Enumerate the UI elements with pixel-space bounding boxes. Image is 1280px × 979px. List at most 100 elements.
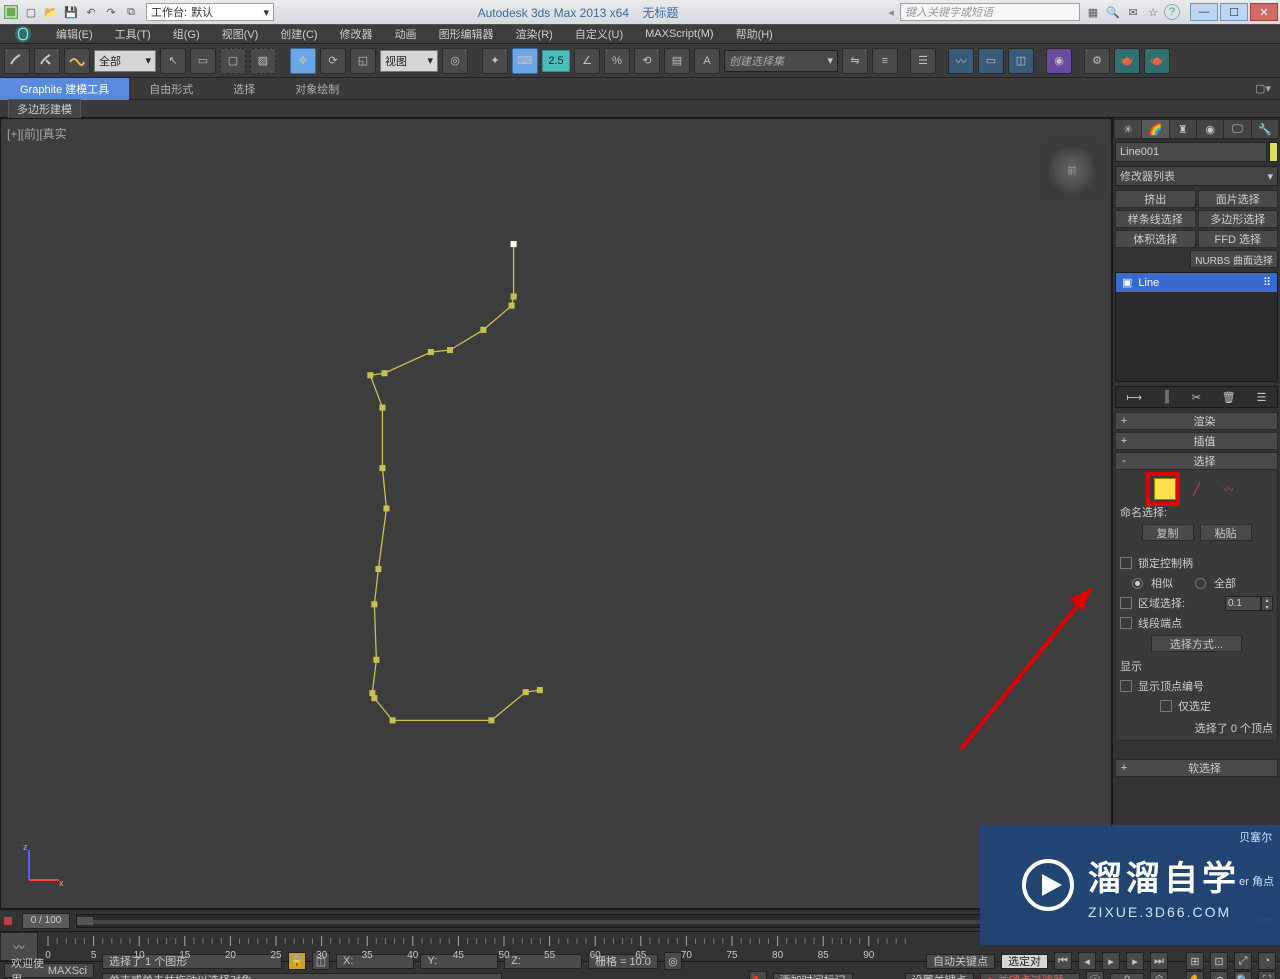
help-icon[interactable]: ? [1164,4,1180,20]
keyboard-shortcut-icon[interactable]: ⌨ [512,48,538,74]
stack-item-line[interactable]: ▣Line⠿ [1116,273,1277,292]
zoom-ext-icon[interactable]: ⤢ [1234,952,1252,970]
frame-field[interactable]: 0 [1110,973,1144,979]
subobj-spline-icon[interactable]: 〰 [1218,478,1240,500]
tag-icon[interactable]: 🔖 [749,971,767,979]
ref-coord-system[interactable]: 视图▾ [380,50,438,72]
fov-icon[interactable]: ◔ [1258,952,1276,970]
segend-check[interactable] [1120,617,1132,629]
remove-mod-icon[interactable]: 🗑 [1222,391,1236,404]
rollout-select[interactable]: -选择 [1115,452,1278,470]
select-window-icon[interactable]: ▢ [220,48,246,74]
btn-volsel[interactable]: 体积选择 [1115,230,1196,248]
ribbon-min-icon[interactable]: ▢▾ [1254,80,1272,98]
tab-display-icon[interactable]: 🖵 [1224,120,1250,138]
viewport-max-icon[interactable]: ⊡ [1210,952,1228,970]
new-icon[interactable]: ▢ [22,3,40,21]
render-frame-icon[interactable]: 🫖 [1114,48,1140,74]
ribbon-tab-graphite[interactable]: Graphite 建模工具 [0,78,129,100]
lock-handles-check[interactable] [1120,557,1132,569]
similar-radio[interactable] [1132,578,1143,589]
make-unique-icon[interactable]: ✂ [1192,391,1201,404]
menu-group[interactable]: 组(G) [163,24,210,44]
color-swatch[interactable] [1269,142,1278,162]
orbit-icon[interactable]: ⟲ [1210,971,1228,979]
menu-edit[interactable]: 编辑(E) [46,24,103,44]
track-thumb[interactable] [77,917,93,925]
select-rect-icon[interactable]: ▭ [190,48,216,74]
scale-tool-icon[interactable]: ◱ [350,48,376,74]
rotate-tool-icon[interactable]: ⟳ [320,48,346,74]
time-ruler[interactable]: 051015202530354045505560657075808590 [38,932,950,961]
object-name-field[interactable] [1115,142,1267,162]
undo-icon[interactable]: ↶ [82,3,100,21]
expand-icon[interactable]: ▣ [1122,276,1132,289]
pan-icon[interactable]: ✋ [1186,971,1204,979]
btn-nurbs-sel[interactable]: NURBS 曲面选择 [1190,250,1278,268]
tab-create-icon[interactable]: ✳ [1115,120,1141,138]
pin-stack-icon[interactable]: ⟼ [1126,391,1142,404]
menu-create[interactable]: 创建(C) [270,24,327,44]
bind-space-warp-icon[interactable] [64,48,90,74]
save-icon[interactable]: 💾 [62,3,80,21]
favorite-icon[interactable]: ☆ [1144,3,1162,21]
maximize-button[interactable]: ☐ [1220,3,1248,21]
keyfilter-button[interactable]: ∿关键点过滤器... [980,973,1080,979]
btn-patchsel[interactable]: 面片选择 [1198,190,1279,208]
tab-modify-icon[interactable]: 🌈 [1142,120,1168,138]
btn-polysel[interactable]: 多边形选择 [1198,210,1279,228]
open-icon[interactable]: 📂 [42,3,60,21]
align-icon[interactable]: ≡ [872,48,898,74]
select-crossing-icon[interactable]: ▨ [250,48,276,74]
only-sel-check[interactable] [1160,700,1172,712]
area-check[interactable] [1120,597,1132,609]
chevron-left-icon[interactable]: ◂ [882,3,900,21]
minimize-button[interactable]: — [1190,3,1218,21]
goto-start-icon[interactable]: ⏮ [1054,952,1072,970]
modifier-list[interactable]: 修改器列表▾ [1115,166,1278,186]
time-slider[interactable]: 0 / 100 [22,913,70,929]
select-object-icon[interactable]: ↖ [160,48,186,74]
modifier-stack[interactable]: ▣Line⠿ [1115,272,1278,382]
schematic-icon[interactable]: ◫ [1008,48,1034,74]
menu-maxscript[interactable]: MAXScript(M) [635,26,723,42]
rollout-interp[interactable]: +插值 [1115,432,1278,450]
search-icon[interactable]: 🔍 [1104,3,1122,21]
tab-utilities-icon[interactable]: 🔧 [1252,120,1278,138]
tab-motion-icon[interactable]: ◉ [1197,120,1223,138]
menu-rendering[interactable]: 渲染(R) [506,24,563,44]
render-setup-icon[interactable]: ⚙ [1084,48,1110,74]
play-icon[interactable]: ▸ [1102,952,1120,970]
stack-menu-icon[interactable]: ⠿ [1263,276,1271,289]
time-config-icon[interactable]: ⏱ [1150,971,1168,979]
viewport-min-icon[interactable]: ⊞ [1186,952,1204,970]
layers-icon[interactable]: ☰ [910,48,936,74]
edged-faces-icon[interactable]: ▤ [664,48,690,74]
ribbon-panel-label[interactable]: 多边形建模 [8,99,81,119]
show-vnum-check[interactable] [1120,680,1132,692]
mirror-icon[interactable]: ⇋ [842,48,868,74]
manip-icon[interactable]: ✦ [482,48,508,74]
search-field[interactable]: 键入关键字或短语 [900,3,1080,21]
btn-splinesel[interactable]: 样条线选择 [1115,210,1196,228]
link-tool-icon[interactable] [4,48,30,74]
menu-modifiers[interactable]: 修改器 [330,24,383,44]
link-icon[interactable]: ⧉ [122,3,140,21]
add-time-tag[interactable]: 添加时间标记 [773,973,853,979]
app-icon[interactable] [6,24,40,44]
viewport[interactable]: [+][前][真实 前 z x [0,118,1112,909]
rollout-softsel[interactable]: +软选择 [1115,759,1278,777]
percent-snap-icon[interactable]: % [604,48,630,74]
selection-filter[interactable]: 全部▾ [94,50,156,72]
exchange-icon[interactable]: ▦ [1084,3,1102,21]
tab-hierarchy-icon[interactable]: ♜ [1170,120,1196,138]
render-prod-icon[interactable]: 🫖 [1144,48,1170,74]
prev-frame-icon[interactable]: ◂ [1078,952,1096,970]
btn-ffdsel[interactable]: FFD 选择 [1198,230,1279,248]
goto-end-icon[interactable]: ⏭ [1150,952,1168,970]
zoom-icon[interactable]: 🔍 [1234,971,1252,979]
configure-icon[interactable]: ☰ [1257,391,1267,404]
snap-value[interactable]: 2.5 [542,50,570,72]
menu-views[interactable]: 视图(V) [212,24,269,44]
material-editor-icon[interactable]: ◉ [1046,48,1072,74]
